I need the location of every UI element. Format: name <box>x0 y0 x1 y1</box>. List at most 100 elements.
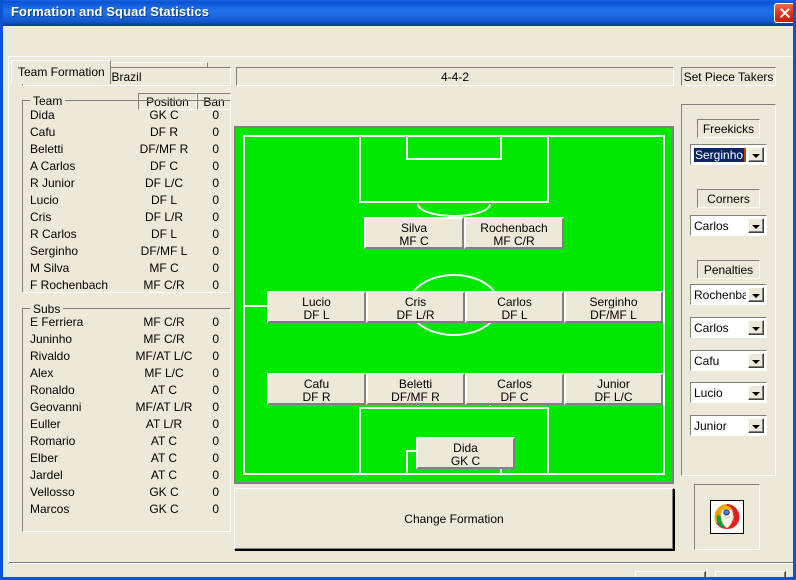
penalties-label-text: Penalties <box>703 262 754 277</box>
roster-row[interactable]: Marcos GK C 0 <box>22 502 231 519</box>
corners-select-value: Carlos <box>694 219 729 233</box>
close-icon[interactable] <box>774 3 793 23</box>
penalties-select-5-value: Junior <box>694 419 727 433</box>
roster-row-name: Jardel <box>30 468 63 482</box>
roster-row-position: MF C/R <box>143 278 185 292</box>
roster-row-name: Cafu <box>30 125 56 139</box>
title-bar[interactable]: Formation and Squad Statistics <box>3 0 793 26</box>
player-chip[interactable]: Carlos DF L <box>465 291 564 323</box>
penalties-label: Penalties <box>697 260 760 279</box>
formation-text: 4-4-2 <box>440 69 469 84</box>
roster-row[interactable]: Lucio DF L 0 <box>22 193 231 210</box>
roster-row[interactable]: Dida GK C 0 <box>22 108 231 125</box>
tab-team-formation-label: Team Formation <box>18 65 105 79</box>
player-chip-position: DF C <box>500 390 529 404</box>
subs-groupbox-legend: Subs <box>30 302 64 316</box>
chevron-down-icon[interactable] <box>748 385 764 400</box>
roster-row-position: DF/MF R <box>139 142 189 156</box>
tab-team-formation[interactable]: Team Formation <box>11 60 111 84</box>
window-title: Formation and Squad Statistics <box>11 4 210 19</box>
roster-row[interactable]: R Carlos DF L 0 <box>22 227 231 244</box>
roster-row[interactable]: E Ferriera MF C/R 0 <box>22 315 231 332</box>
badge-panel <box>694 484 760 550</box>
roster-row[interactable]: Alex MF L/C 0 <box>22 366 231 383</box>
roster-row[interactable]: F Rochenbach MF C/R 0 <box>22 278 231 295</box>
chevron-down-icon[interactable] <box>748 320 764 335</box>
penalties-select-5[interactable]: Junior <box>690 415 767 436</box>
roster-row[interactable]: Cris DF L/R 0 <box>22 210 231 227</box>
chevron-down-icon[interactable] <box>748 147 764 162</box>
roster-row[interactable]: Vellosso GK C 0 <box>22 485 231 502</box>
roster-row[interactable]: R Junior DF L/C 0 <box>22 176 231 193</box>
roster-row-position: DF L <box>150 193 177 207</box>
freekicks-select[interactable]: Serginho <box>690 144 767 165</box>
subs-roster-list[interactable]: E Ferriera MF C/R 0 Juninho MF C/R 0 Rivaldo MF… <box>22 315 231 519</box>
team-roster-list[interactable]: Dida GK C 0 Cafu DF R 0 Beletti DF/MF R0A Carlo… <box>22 108 231 295</box>
roster-row[interactable]: Ronaldo AT C 0 <box>22 383 231 400</box>
formation-pitch[interactable]: Silva MF C Rochenbach MF C/R Lucio DF L … <box>234 126 674 484</box>
roster-row[interactable]: Elber AT C 0 <box>22 451 231 468</box>
player-chip[interactable]: Silva MF C <box>364 217 464 249</box>
roster-row-position: MF/AT L/C <box>135 349 193 363</box>
player-chip[interactable]: Cafu DF R <box>267 373 366 405</box>
player-chip[interactable]: Cris DF L/R <box>366 291 465 323</box>
roster-row[interactable]: Rivaldo MF/AT L/C 0 <box>22 349 231 366</box>
player-chip[interactable]: Rochenbach MF C/R <box>464 217 564 249</box>
chevron-down-icon[interactable] <box>748 218 764 233</box>
world-cup-trophy-badge-icon <box>710 500 744 534</box>
roster-row[interactable]: Juninho MF C/R 0 <box>22 332 231 349</box>
roster-row-ban: 0 <box>212 502 219 516</box>
corners-select[interactable]: Carlos <box>690 215 767 236</box>
penalties-select-4[interactable]: Lucio <box>690 382 767 403</box>
penalties-select-1[interactable]: Rochenbach <box>690 284 767 305</box>
roster-row-name: Vellosso <box>30 485 75 499</box>
roster-row-position: AT C <box>150 468 178 482</box>
roster-row-ban: 0 <box>212 485 219 499</box>
roster-row[interactable]: Geovanni MF/AT L/R 0 <box>22 400 231 417</box>
roster-row-name: Geovanni <box>30 400 82 414</box>
roster-row-position: AT L/R <box>145 417 183 431</box>
roster-row-ban: 0 <box>212 159 219 173</box>
roster-row-position: MF C/R <box>143 315 185 329</box>
chevron-down-icon[interactable] <box>748 353 764 368</box>
roster-row[interactable]: Jardel AT C 0 <box>22 468 231 485</box>
roster-row[interactable]: Cafu DF R 0 <box>22 125 231 142</box>
ok-button[interactable]: OK <box>635 571 706 577</box>
change-formation-button[interactable]: Change Formation <box>234 488 674 550</box>
roster-row-ban: 0 <box>212 227 219 241</box>
player-chip-position: DF L <box>303 308 330 322</box>
cancel-button[interactable]: Cancelar <box>715 571 786 577</box>
chevron-down-icon[interactable] <box>748 287 764 302</box>
player-chip[interactable]: Carlos DF C <box>465 373 564 405</box>
roster-row[interactable]: Serginho DF/MF L 0 <box>22 244 231 261</box>
penalties-select-3[interactable]: Cafu <box>690 350 767 371</box>
roster-row-position: MF C <box>149 261 179 275</box>
player-chip[interactable]: Lucio DF L <box>267 291 366 323</box>
roster-row[interactable]: M Silva MF C 0 <box>22 261 231 278</box>
roster-row-name: Juninho <box>30 332 73 346</box>
change-formation-button-label: Change Formation <box>404 512 504 526</box>
roster-row-name: E Ferriera <box>30 315 84 329</box>
roster-row-position: DF C <box>150 159 178 173</box>
player-chip[interactable]: Junior DF L/C <box>564 373 663 405</box>
roster-row-position: AT C <box>150 434 178 448</box>
roster-row-position: DF L/R <box>144 210 183 224</box>
player-chip-position: GK C <box>450 454 481 468</box>
player-chip[interactable]: Dida GK C <box>416 437 515 469</box>
roster-row-position: DF L <box>150 227 177 241</box>
roster-row-name: Euller <box>30 417 61 431</box>
roster-row-position: DF/MF L <box>140 244 188 258</box>
roster-row[interactable]: Romario AT C 0 <box>22 434 231 451</box>
player-chip[interactable]: Serginho DF/MF L <box>564 291 663 323</box>
player-chip[interactable]: Beletti DF/MF R <box>366 373 465 405</box>
player-chip-position: MF C/R <box>493 234 535 248</box>
roster-row[interactable]: A Carlos DF C 0 <box>22 159 231 176</box>
penalties-select-2[interactable]: Carlos <box>690 317 767 338</box>
roster-row[interactable]: Euller AT L/R 0 <box>22 417 231 434</box>
chevron-down-icon[interactable] <box>748 418 764 433</box>
roster-row-ban: 0 <box>212 451 219 465</box>
text-caret <box>744 148 746 162</box>
roster-row[interactable]: Beletti DF/MF R 0 <box>22 142 231 159</box>
ok-button-label: OK <box>662 575 679 577</box>
roster-row-position: GK C <box>149 108 179 122</box>
